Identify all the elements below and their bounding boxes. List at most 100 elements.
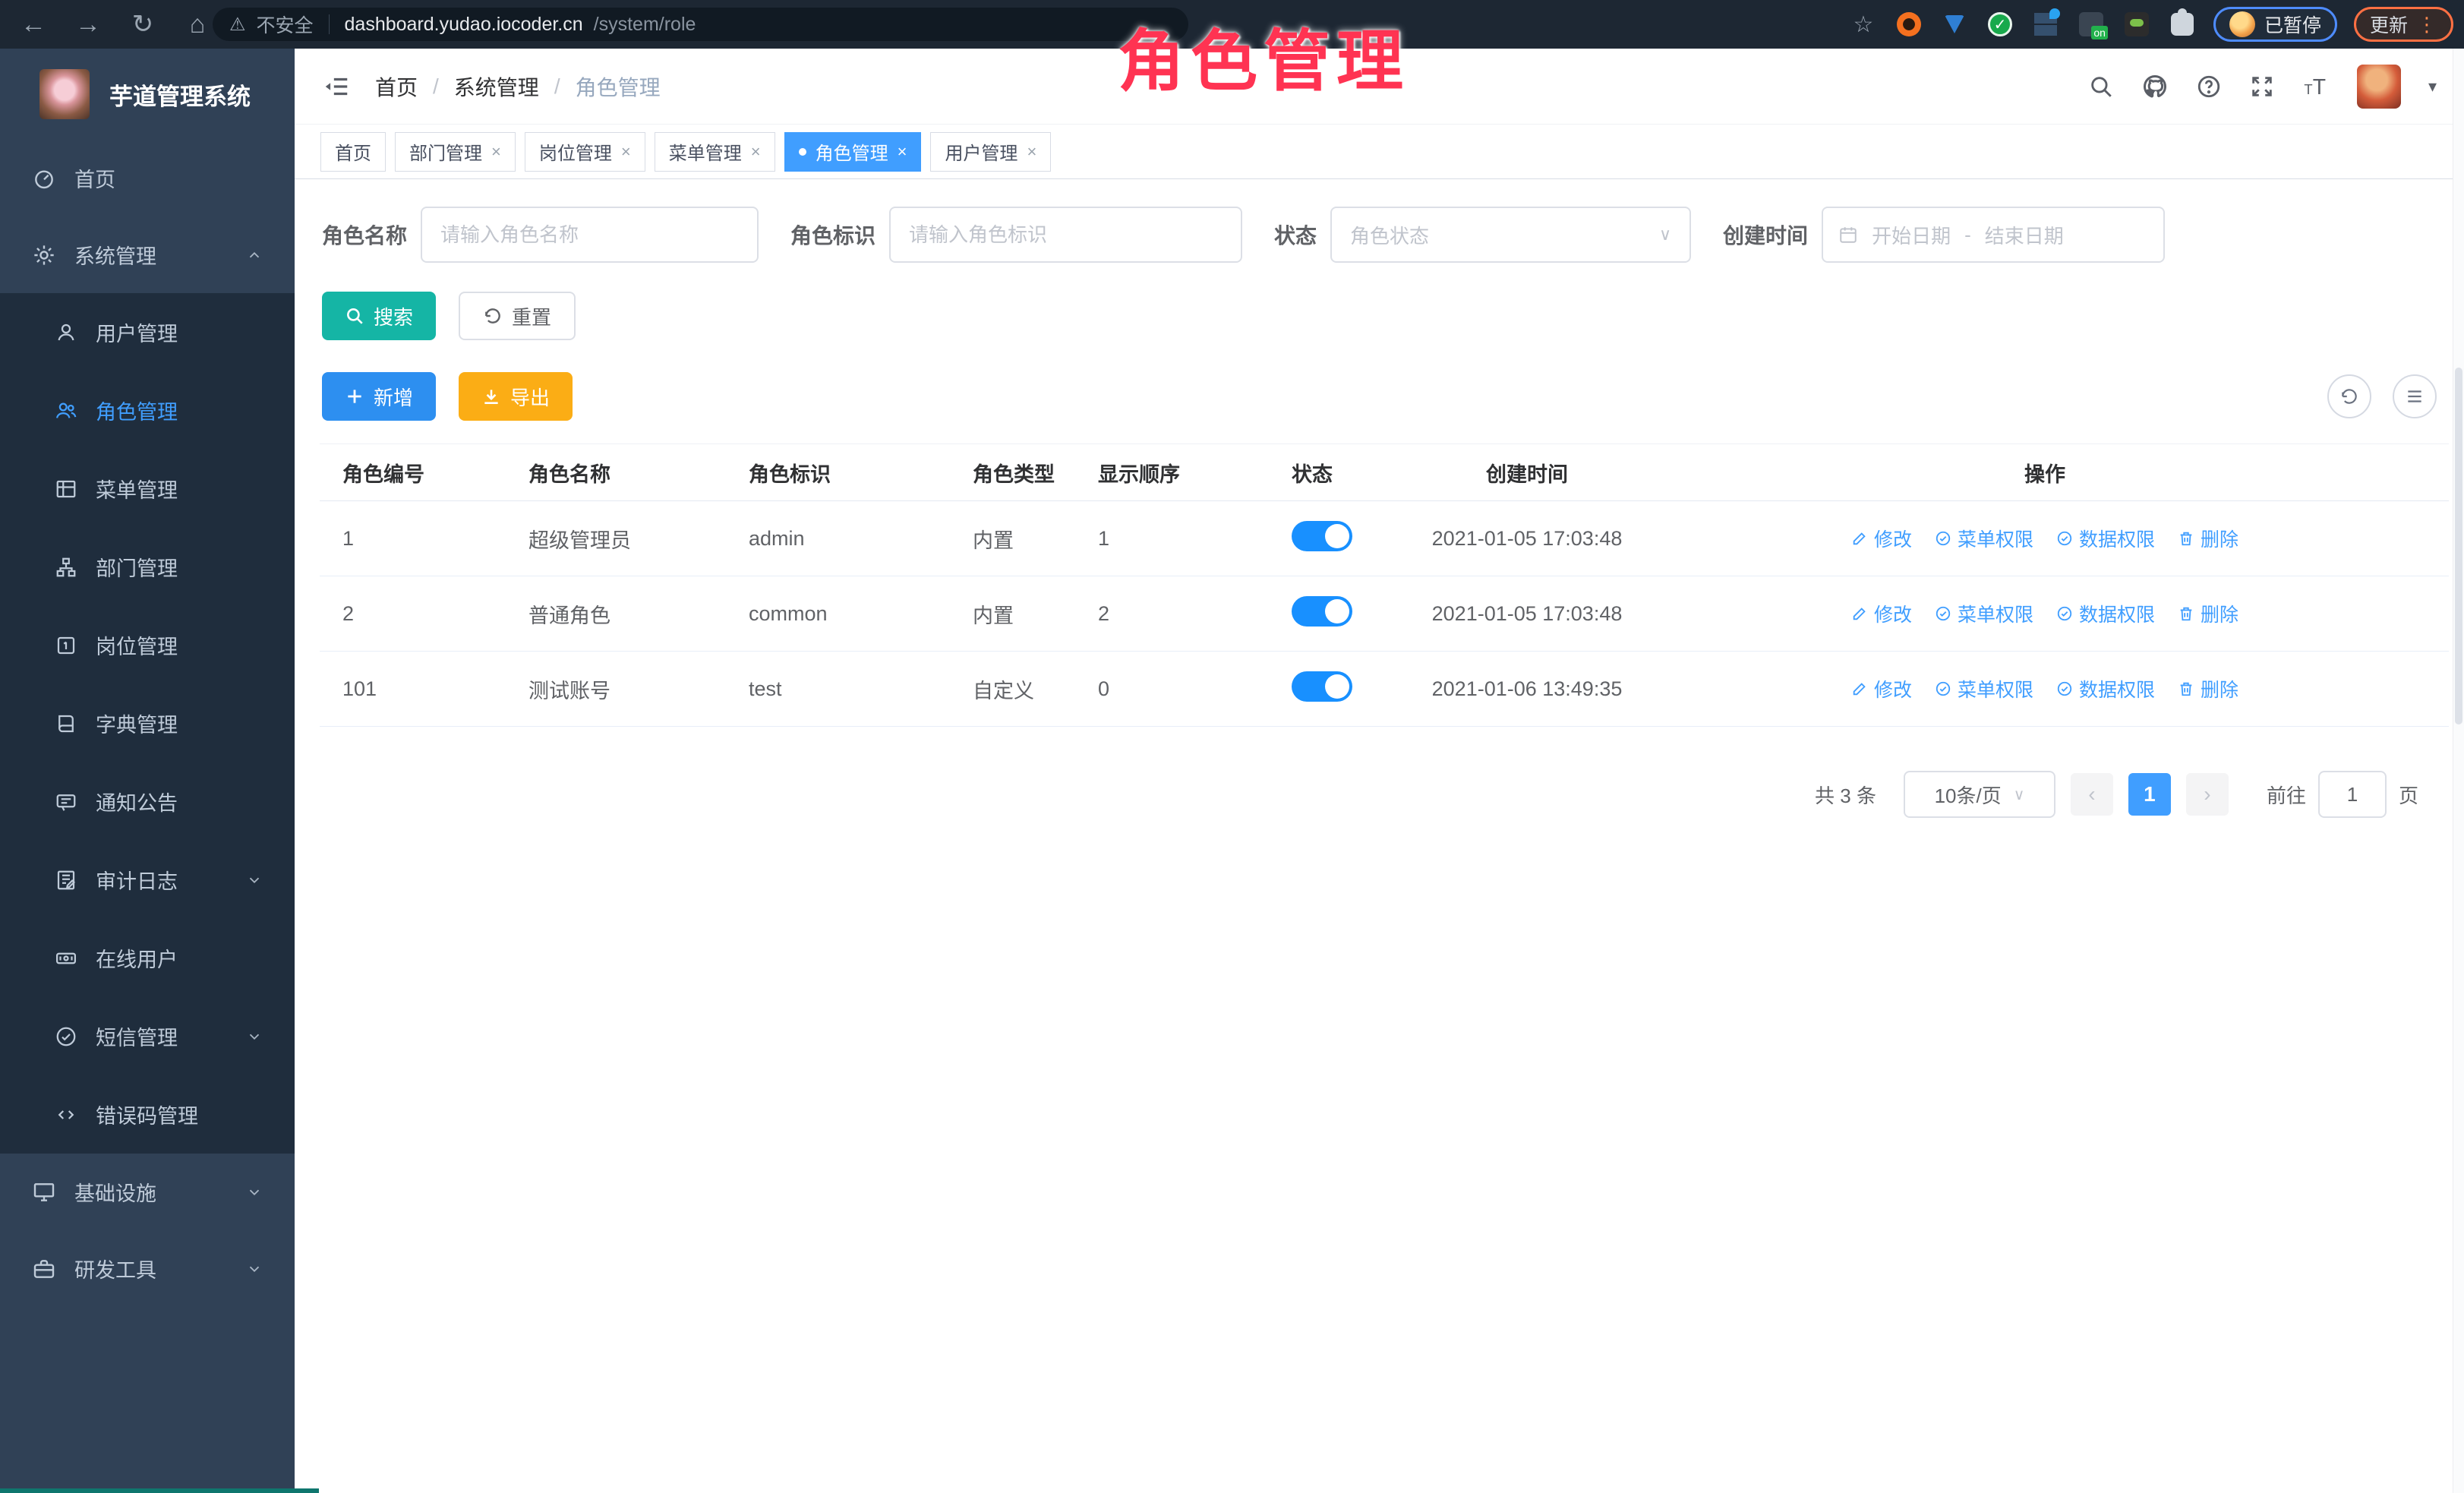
page-size-select[interactable]: 10条/页 ∨ bbox=[1904, 771, 2055, 818]
sidebar-item-notice[interactable]: 通知公告 bbox=[0, 762, 295, 841]
search-icon[interactable] bbox=[2088, 74, 2114, 99]
role-name-input[interactable] bbox=[421, 207, 759, 263]
search-button[interactable]: 搜索 bbox=[322, 292, 436, 340]
sidebar-logo[interactable]: 芋道管理系统 bbox=[0, 49, 295, 140]
message-icon bbox=[55, 791, 77, 813]
plus-icon bbox=[345, 387, 364, 406]
sidebar-item-home[interactable]: 首页 bbox=[0, 140, 295, 216]
sidebar-item-menus[interactable]: 菜单管理 bbox=[0, 450, 295, 528]
sidebar-collapse-icon[interactable] bbox=[322, 72, 351, 101]
font-size-icon[interactable]: TT bbox=[2302, 74, 2330, 99]
chrome-menu-icon[interactable]: ⋮ bbox=[2417, 13, 2437, 36]
close-icon[interactable]: × bbox=[1027, 142, 1036, 162]
edit-action[interactable]: 修改 bbox=[1851, 525, 1912, 552]
extension-grid-icon[interactable] bbox=[2031, 10, 2060, 39]
back-icon[interactable]: ← bbox=[17, 10, 50, 39]
close-icon[interactable]: × bbox=[491, 142, 501, 162]
extensions-puzzle-icon[interactable] bbox=[2168, 10, 2197, 39]
data-permission-action[interactable]: 数据权限 bbox=[2056, 675, 2155, 702]
extension-check-icon[interactable]: ✓ bbox=[1986, 10, 2014, 39]
menu-permission-action[interactable]: 菜单权限 bbox=[1935, 675, 2033, 702]
sidebar-item-infrastructure[interactable]: 基础设施 bbox=[0, 1154, 295, 1230]
date-start-placeholder[interactable]: 开始日期 bbox=[1872, 221, 1951, 249]
table-row: 101 测试账号 test 自定义 0 2021-01-06 13:49:35 … bbox=[320, 652, 2449, 727]
data-permission-action[interactable]: 数据权限 bbox=[2056, 525, 2155, 552]
search-actions: 搜索 重置 bbox=[322, 292, 2464, 340]
menu-permission-action[interactable]: 菜单权限 bbox=[1935, 525, 2033, 552]
role-key-input[interactable] bbox=[889, 207, 1242, 263]
svg-text:T: T bbox=[2313, 74, 2326, 99]
sidebar-item-roles[interactable]: 角色管理 bbox=[0, 371, 295, 450]
tab-dept[interactable]: 部门管理× bbox=[395, 132, 516, 172]
close-icon[interactable]: × bbox=[751, 142, 761, 162]
prev-page-button[interactable]: ‹ bbox=[2071, 773, 2113, 816]
close-icon[interactable]: × bbox=[621, 142, 631, 162]
tab-user[interactable]: 用户管理× bbox=[930, 132, 1051, 172]
tree-table-icon bbox=[55, 478, 77, 500]
page-scrollbar[interactable] bbox=[2453, 49, 2464, 1493]
edit-action[interactable]: 修改 bbox=[1851, 600, 1912, 627]
scrollbar-thumb[interactable] bbox=[2455, 368, 2462, 724]
profile-paused-pill[interactable]: 已暂停 bbox=[2213, 7, 2337, 42]
edit-action[interactable]: 修改 bbox=[1851, 675, 1912, 702]
goto-page-input[interactable] bbox=[2318, 771, 2387, 818]
sidebar-item-system[interactable]: 系统管理 bbox=[0, 216, 295, 293]
sidebar-item-dict[interactable]: 字典管理 bbox=[0, 684, 295, 762]
status-select[interactable]: 角色状态 ∨ bbox=[1330, 207, 1691, 263]
annotation-role-management: 角色管理 bbox=[1118, 8, 1409, 104]
home-icon[interactable]: ⌂ bbox=[181, 10, 214, 39]
address-bar[interactable]: ⚠ 不安全 dashboard.yudao.iocoder.cn/system/… bbox=[213, 8, 1188, 41]
sidebar-item-users[interactable]: 用户管理 bbox=[0, 293, 295, 371]
export-button[interactable]: 导出 bbox=[459, 372, 573, 421]
user-avatar[interactable] bbox=[2357, 65, 2401, 109]
breadcrumb-home[interactable]: 首页 bbox=[375, 71, 418, 102]
tab-home[interactable]: 首页 bbox=[320, 132, 386, 172]
sidebar-item-dev-tools[interactable]: 研发工具 bbox=[0, 1230, 295, 1307]
caret-down-icon[interactable]: ▾ bbox=[2428, 77, 2437, 96]
bookmark-star-icon[interactable]: ☆ bbox=[1849, 10, 1878, 39]
reset-button[interactable]: 重置 bbox=[459, 292, 576, 340]
add-button[interactable]: 新增 bbox=[322, 372, 436, 421]
tab-post[interactable]: 岗位管理× bbox=[525, 132, 645, 172]
forward-icon[interactable]: → bbox=[71, 10, 105, 39]
sidebar-item-audit-log[interactable]: 审计日志 bbox=[0, 841, 295, 919]
create-time-label: 创建时间 bbox=[1723, 219, 1808, 250]
app-title: 芋道管理系统 bbox=[109, 77, 251, 112]
status-toggle[interactable] bbox=[1292, 521, 1352, 551]
column-settings-button[interactable] bbox=[2393, 374, 2437, 418]
data-permission-action[interactable]: 数据权限 bbox=[2056, 600, 2155, 627]
extension-drop-icon[interactable] bbox=[1940, 10, 1969, 39]
status-toggle[interactable] bbox=[1292, 671, 1352, 702]
extension-on-badge-icon[interactable]: on bbox=[2077, 10, 2106, 39]
extension-monkey-icon[interactable] bbox=[2122, 10, 2151, 39]
main-area: 首页 / 系统管理 / 角色管理 TT ▾ 首页 部门 bbox=[295, 49, 2464, 1493]
status-toggle[interactable] bbox=[1292, 596, 1352, 627]
page-1-button[interactable]: 1 bbox=[2128, 773, 2171, 816]
delete-action[interactable]: 删除 bbox=[2178, 525, 2238, 552]
sidebar-item-error-codes[interactable]: 错误码管理 bbox=[0, 1075, 295, 1154]
reload-icon[interactable]: ↻ bbox=[126, 9, 159, 39]
breadcrumb-system[interactable]: 系统管理 bbox=[454, 71, 539, 102]
tab-role[interactable]: 角色管理× bbox=[784, 132, 922, 172]
help-icon[interactable] bbox=[2196, 74, 2222, 99]
extension-orange-icon[interactable] bbox=[1895, 10, 1923, 39]
delete-action[interactable]: 删除 bbox=[2178, 675, 2238, 702]
chevron-down-icon bbox=[246, 872, 263, 889]
sidebar-item-posts[interactable]: 岗位管理 bbox=[0, 606, 295, 684]
sidebar-item-online-users[interactable]: 在线用户 bbox=[0, 919, 295, 997]
next-page-button[interactable]: › bbox=[2186, 773, 2229, 816]
date-range-picker[interactable]: 开始日期 - 结束日期 bbox=[1822, 207, 2165, 263]
sidebar-item-depts[interactable]: 部门管理 bbox=[0, 528, 295, 606]
circle-check-icon bbox=[1935, 605, 1951, 622]
tab-menu[interactable]: 菜单管理× bbox=[655, 132, 775, 172]
table-row: 1 超级管理员 admin 内置 1 2021-01-05 17:03:48 修… bbox=[320, 501, 2449, 576]
github-icon[interactable] bbox=[2141, 73, 2169, 100]
refresh-table-button[interactable] bbox=[2327, 374, 2371, 418]
sidebar-item-sms[interactable]: 短信管理 bbox=[0, 997, 295, 1075]
close-icon[interactable]: × bbox=[898, 142, 907, 162]
fullscreen-icon[interactable] bbox=[2249, 74, 2275, 99]
menu-permission-action[interactable]: 菜单权限 bbox=[1935, 600, 2033, 627]
delete-action[interactable]: 删除 bbox=[2178, 600, 2238, 627]
date-end-placeholder[interactable]: 结束日期 bbox=[1985, 221, 2064, 249]
chrome-update-pill[interactable]: 更新 ⋮ bbox=[2354, 7, 2453, 42]
